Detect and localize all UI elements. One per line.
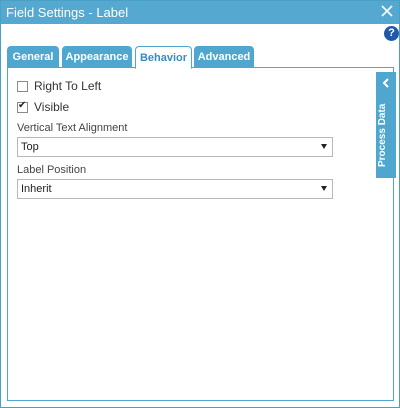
behavior-panel: Right To Left Visible Vertical Text Alig… xyxy=(7,67,396,401)
field-settings-dialog: Field Settings - Label ? General Appeara… xyxy=(0,0,400,408)
help-icon[interactable]: ? xyxy=(384,26,399,41)
label-position-select[interactable]: Inherit xyxy=(17,179,333,199)
title-bar: Field Settings - Label xyxy=(1,1,399,24)
label-position-label: Label Position xyxy=(17,164,87,176)
visible-checkbox[interactable] xyxy=(17,100,28,113)
dropdown-arrow-icon xyxy=(321,186,327,191)
right-to-left-row: Right To Left xyxy=(17,78,101,94)
tab-general[interactable]: General xyxy=(7,46,59,68)
process-data-label: Process Data xyxy=(377,103,388,167)
process-data-toggle[interactable]: Process Data xyxy=(376,72,396,178)
tab-behavior[interactable]: Behavior xyxy=(135,46,192,69)
visible-row: Visible xyxy=(17,99,69,115)
tab-appearance[interactable]: Appearance xyxy=(62,46,132,68)
tab-advanced[interactable]: Advanced xyxy=(194,46,254,68)
label-position-value: Inherit xyxy=(21,183,52,195)
right-to-left-checkbox[interactable] xyxy=(17,80,28,92)
chevron-left-icon xyxy=(379,77,393,89)
vertical-text-alignment-label: Vertical Text Alignment xyxy=(17,122,128,134)
dialog-title: Field Settings - Label xyxy=(6,5,129,20)
vertical-text-alignment-select[interactable]: Top xyxy=(17,137,333,157)
close-icon[interactable] xyxy=(380,4,394,18)
dropdown-arrow-icon xyxy=(321,144,327,149)
vertical-text-alignment-value: Top xyxy=(21,141,39,153)
visible-label: Visible xyxy=(34,100,70,114)
right-to-left-label: Right To Left xyxy=(34,79,102,93)
